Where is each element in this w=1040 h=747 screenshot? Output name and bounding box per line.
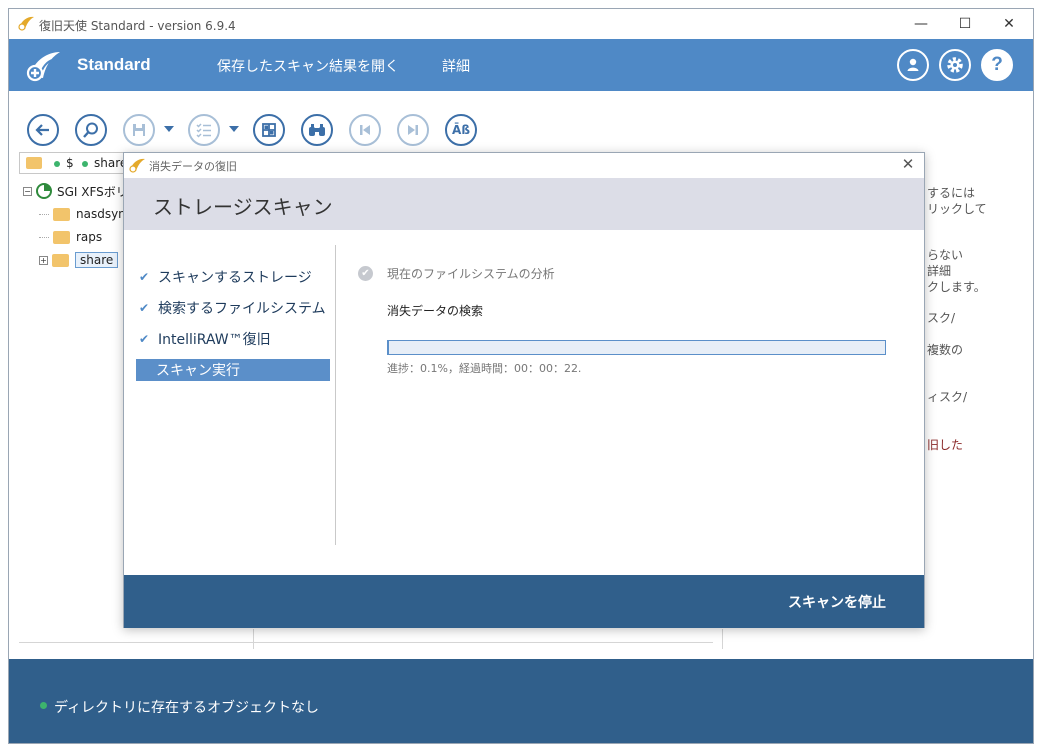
- window-title: 復旧天使 Standard - version 6.9.4: [39, 19, 236, 33]
- tree-root-label: SGI XFSボリ: [57, 184, 128, 199]
- info-line: ィスク/: [927, 390, 968, 404]
- toolbar: Āß: [9, 109, 1033, 149]
- checklist-icon: [196, 123, 211, 138]
- search-button[interactable]: [75, 114, 107, 146]
- help-button[interactable]: ?: [981, 49, 1013, 81]
- step-filesystem[interactable]: ✔ 検索するファイルシステム: [136, 297, 330, 319]
- tree-item[interactable]: nasdsync: [39, 204, 132, 224]
- tree-item[interactable]: + share: [39, 250, 119, 270]
- step-run-scan[interactable]: スキャン実行: [136, 359, 330, 381]
- info-line: 旧した: [927, 438, 964, 452]
- user-button[interactable]: [897, 49, 929, 81]
- folder-icon: [53, 230, 70, 244]
- title-bar: 復旧天使 Standard - version 6.9.4 — ☐ ✕: [9, 9, 1033, 39]
- folder-icon: [53, 207, 70, 221]
- tree-connector: [39, 236, 49, 238]
- step-storage[interactable]: ✔ スキャンするストレージ: [136, 266, 330, 288]
- step-intelliraw[interactable]: ✔ IntelliRAW™復旧: [136, 328, 330, 350]
- dialog-heading: ストレージスキャン: [153, 195, 333, 219]
- dialog-close-button[interactable]: ✕: [898, 155, 918, 173]
- info-line: らない: [927, 248, 964, 262]
- details-menu[interactable]: 詳細: [442, 56, 470, 76]
- status-bar: ディレクトリに存在するオブジェクトなし: [9, 659, 1033, 743]
- text-case-button[interactable]: Āß: [445, 114, 477, 146]
- settings-button[interactable]: [939, 49, 971, 81]
- collapse-icon[interactable]: −: [23, 186, 32, 196]
- check-icon: ✔: [139, 270, 150, 284]
- stop-scan-button[interactable]: スキャンを停止: [788, 592, 886, 612]
- tree-item[interactable]: raps: [39, 227, 102, 247]
- save-icon: [133, 124, 145, 136]
- step-label: スキャンするストレージ: [158, 270, 312, 286]
- folder-icon: [26, 157, 42, 169]
- tree-connector: [39, 213, 49, 215]
- divider: [722, 629, 723, 649]
- angel-logo-icon: [26, 52, 60, 82]
- info-line: クします。: [927, 280, 986, 294]
- status-text: ディレクトリに存在するオブジェクトなし: [54, 700, 320, 716]
- angel-wing-icon: [18, 16, 34, 31]
- back-button[interactable]: [27, 114, 59, 146]
- text-case-icon: Āß: [452, 123, 470, 137]
- help-icon: ?: [991, 54, 1003, 75]
- task-label: 現在のファイルシステムの分析: [387, 267, 555, 281]
- progress-bar: [387, 340, 886, 355]
- save-button[interactable]: [123, 114, 155, 146]
- brand-label: Standard: [77, 55, 151, 74]
- maximize-button[interactable]: ☐: [947, 13, 983, 35]
- task-current: 消失データの検索: [387, 304, 484, 318]
- angel-wing-icon: [129, 158, 145, 173]
- minimize-button[interactable]: —: [903, 13, 939, 35]
- path-separator-dot: [82, 161, 88, 167]
- dialog-footer: スキャンを停止: [124, 575, 924, 628]
- dialog-title: 消失データの復旧: [149, 160, 237, 173]
- dialog-title-bar: 消失データの復旧 ✕: [124, 153, 924, 178]
- check-circle-icon: ✔: [358, 266, 373, 281]
- save-dropdown-caret[interactable]: [164, 126, 174, 132]
- divider: [335, 245, 336, 545]
- info-line: するには: [927, 186, 976, 200]
- back-icon: [35, 124, 49, 136]
- grid-icon: [262, 123, 276, 137]
- divider: [19, 642, 713, 643]
- volume-icon: [36, 183, 52, 199]
- info-line: 詳細: [927, 264, 952, 278]
- next-button[interactable]: [397, 114, 429, 146]
- app-header: Standard 保存したスキャン結果を開く 詳細 ?: [9, 39, 1033, 91]
- status-dot-icon: [40, 702, 47, 709]
- user-icon: [907, 58, 919, 71]
- recovery-dialog: 消失データの復旧 ✕ ストレージスキャン ✔ スキャンするストレージ ✔ 検索す…: [123, 152, 925, 628]
- close-button[interactable]: ✕: [991, 13, 1027, 35]
- prev-icon: [360, 125, 370, 135]
- divider: [253, 629, 254, 649]
- path-segment[interactable]: $: [66, 156, 74, 170]
- check-icon: ✔: [139, 301, 150, 315]
- gear-icon: [947, 57, 963, 73]
- find-button[interactable]: [301, 114, 333, 146]
- step-label: 検索するファイルシステム: [158, 301, 326, 317]
- expand-icon[interactable]: +: [39, 255, 48, 265]
- dialog-header: ストレージスキャン: [124, 178, 924, 230]
- step-label: スキャン実行: [156, 363, 240, 379]
- info-line: スク/: [927, 311, 956, 325]
- step-label: IntelliRAW™復旧: [158, 332, 271, 348]
- progress-text: 進捗：0.1%，経過時間：00：00：22.: [387, 362, 582, 375]
- tree-item-label: share: [75, 252, 119, 268]
- info-line: 複数の: [927, 343, 964, 357]
- task-completed: ✔ 現在のファイルシステムの分析: [358, 265, 555, 282]
- checklist-button[interactable]: [188, 114, 220, 146]
- info-line: リックして: [927, 202, 987, 216]
- tree-root[interactable]: − SGI XFSボリ: [23, 181, 128, 201]
- checklist-dropdown-caret[interactable]: [229, 126, 239, 132]
- check-icon: ✔: [139, 332, 150, 346]
- search-icon: [83, 122, 98, 138]
- previous-button[interactable]: [349, 114, 381, 146]
- binoculars-icon: [309, 124, 325, 136]
- folder-icon: [52, 253, 69, 267]
- open-saved-scan-menu[interactable]: 保存したスキャン結果を開く: [217, 56, 399, 76]
- path-separator-dot: [54, 161, 60, 167]
- tree-item-label: raps: [76, 230, 103, 244]
- view-toggle-button[interactable]: [253, 114, 285, 146]
- next-icon: [408, 125, 418, 135]
